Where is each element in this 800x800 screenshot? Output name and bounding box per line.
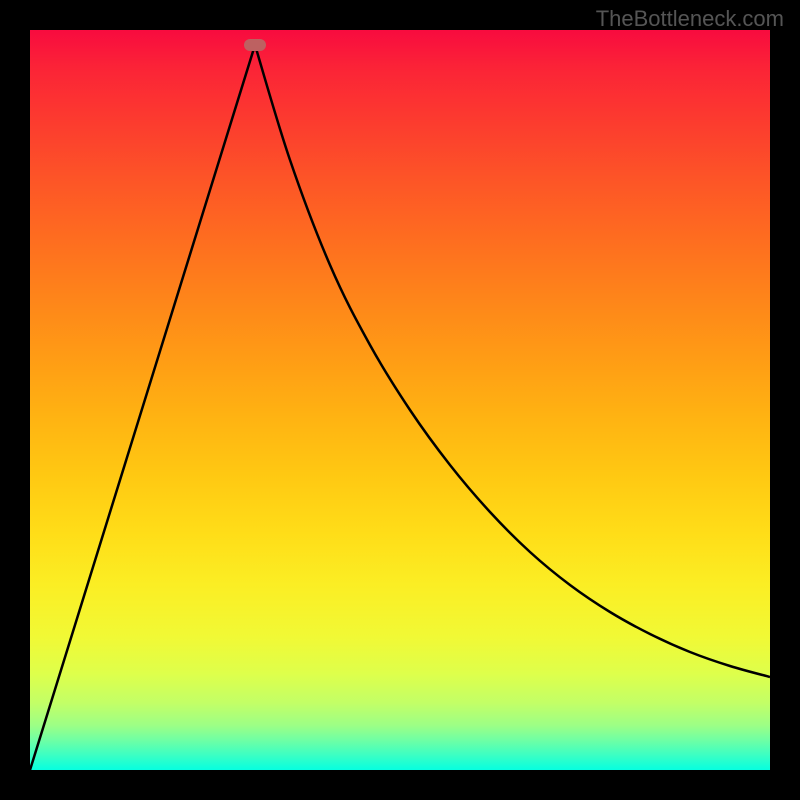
minimum-marker xyxy=(244,39,266,51)
bottleneck-curve xyxy=(30,30,770,770)
chart-plot-area xyxy=(30,30,770,770)
watermark-text: TheBottleneck.com xyxy=(596,6,784,32)
